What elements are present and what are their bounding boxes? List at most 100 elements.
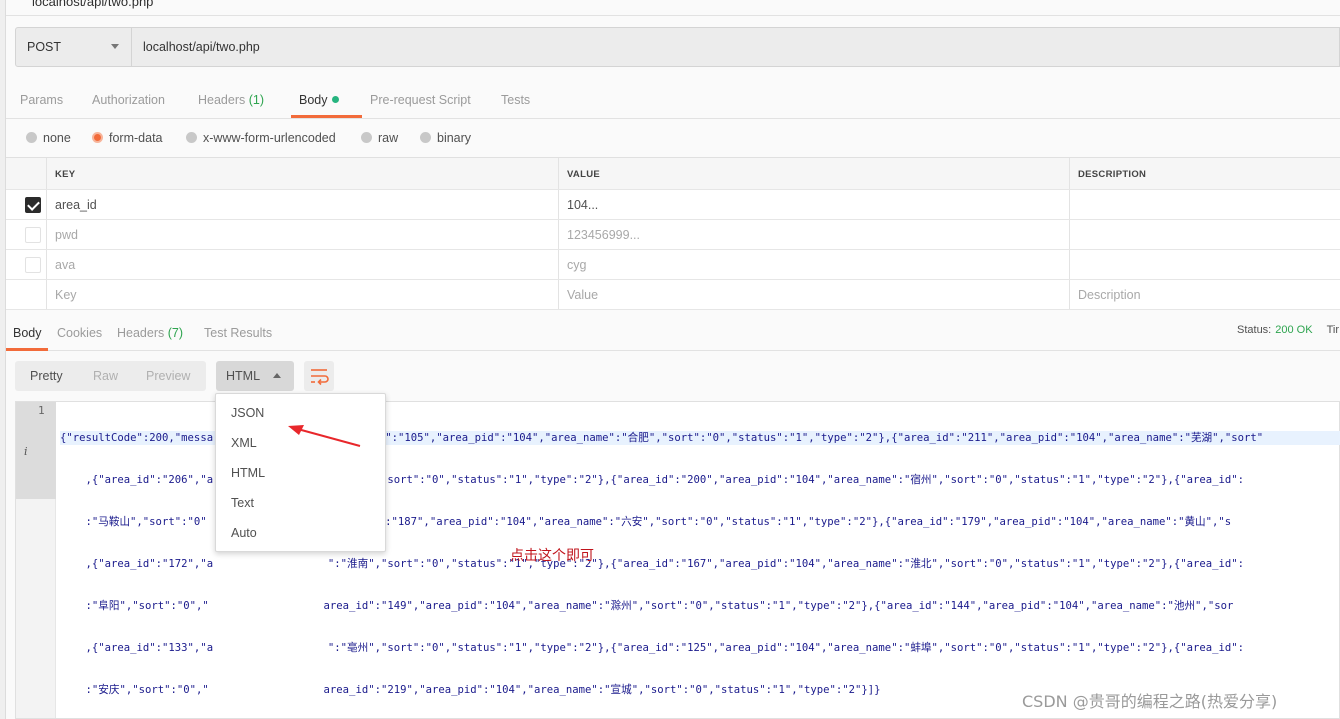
code-line: ,{"area_id":"172","a ":"淮南","sort":"0","… [60, 558, 1245, 570]
row-checkbox[interactable] [25, 197, 41, 213]
key-cell[interactable]: ava [46, 250, 558, 279]
description-input[interactable]: Description [1069, 280, 1340, 309]
tab-authorization[interactable]: Authorization [92, 93, 165, 107]
tab-pre-request-label: Pre-request Script [370, 93, 471, 107]
status-code: 200 OK [1275, 324, 1313, 336]
line-number: 1 [38, 404, 45, 417]
header-cell-key: KEY [46, 158, 558, 189]
tab-cookies[interactable]: Cookies [57, 326, 102, 340]
chevron-down-icon [111, 44, 119, 49]
tab-tests[interactable]: Tests [501, 93, 530, 107]
header-description: DESCRIPTION [1078, 169, 1147, 180]
annotation-text: 点击这个即可 [510, 548, 594, 564]
format-option-json[interactable]: JSON [231, 406, 264, 420]
description-cell[interactable] [1069, 220, 1340, 249]
header-key: KEY [55, 169, 76, 180]
tab-tests-label: Tests [501, 93, 531, 107]
response-editor[interactable]: 1 i {"resultCode":200,"messa {"area_id":… [15, 401, 1340, 719]
description-cell[interactable] [1069, 250, 1340, 279]
tab-pre-request-script[interactable]: Pre-request Script [370, 93, 471, 107]
request-tab-title[interactable]: localhost/api/two.php [6, 0, 1340, 16]
tab-response-headers[interactable]: Headers (7) [117, 326, 183, 340]
table-header-row: KEY VALUE DESCRIPTION [6, 158, 1340, 190]
row-checkbox[interactable] [25, 227, 41, 243]
tab-response-body[interactable]: Body [13, 326, 42, 340]
key-cell[interactable]: pwd [46, 220, 558, 249]
tab-response-headers-count: (7) [167, 326, 184, 340]
value-cell[interactable]: 104... [558, 190, 1069, 219]
format-option-xml[interactable]: XML [231, 436, 257, 450]
response-status: Status: 200 OK Tir [1237, 324, 1339, 336]
radio-circle-icon [361, 132, 372, 143]
header-value: VALUE [567, 169, 600, 180]
radio-circle-icon [186, 132, 197, 143]
wrap-lines-button[interactable] [304, 361, 334, 391]
key-text: ava [55, 258, 76, 272]
format-option-auto[interactable]: Auto [231, 526, 257, 540]
header-cell-value: VALUE [558, 158, 1069, 189]
format-option-html[interactable]: HTML [231, 466, 265, 480]
radio-urlencoded-label: x-www-form-urlencoded [203, 131, 336, 145]
view-mode-group: Pretty Raw Preview [15, 361, 206, 391]
value-text: 104... [567, 198, 599, 212]
response-tabs: Body Cookies Headers (7) Test Results St… [6, 318, 1340, 351]
tab-authorization-label: Authorization [92, 93, 165, 107]
chevron-up-icon [273, 373, 281, 378]
info-icon: i [24, 445, 28, 458]
tab-test-results-label: Test Results [204, 326, 273, 340]
tab-params-label: Params [20, 93, 64, 107]
tab-headers-label: Headers [198, 93, 246, 107]
tab-body-label: Body [299, 93, 328, 107]
url-input[interactable]: localhost/api/two.php [143, 40, 260, 54]
tab-test-results[interactable]: Test Results [204, 326, 272, 340]
key-cell[interactable]: area_id [46, 190, 558, 219]
body-type-selector: none form-data x-www-form-urlencoded raw… [6, 127, 1340, 151]
row-checkbox[interactable] [25, 257, 41, 273]
code-line: :"阜阳","sort":"0"," area_id":"149","area_… [60, 600, 1234, 612]
tab-body[interactable]: Body [299, 93, 339, 107]
table-row-new: Key Value Description [6, 280, 1340, 310]
tab-headers[interactable]: Headers (1) [198, 93, 264, 107]
gutter-active-line [16, 402, 56, 499]
description-cell[interactable] [1069, 190, 1340, 219]
radio-form-data[interactable]: form-data [92, 131, 163, 147]
radio-raw[interactable]: raw [361, 131, 398, 147]
tab-response-body-label: Body [13, 326, 42, 340]
radio-circle-icon [420, 132, 431, 143]
value-input[interactable]: Value [558, 280, 1069, 309]
annotation-arrow-icon [288, 425, 361, 447]
radio-none-label: none [43, 131, 71, 145]
radio-checked-icon [92, 132, 103, 143]
radio-binary[interactable]: binary [420, 131, 471, 147]
radio-binary-label: binary [437, 131, 472, 145]
format-select-label: HTML [226, 369, 261, 383]
status-label: Status: [1237, 324, 1272, 336]
request-tabs: Params Authorization Headers (1) Body Pr… [6, 86, 1340, 119]
tab-params[interactable]: Params [20, 93, 63, 107]
format-option-text[interactable]: Text [231, 496, 254, 510]
description-placeholder: Description [1078, 288, 1141, 302]
watermark: CSDN @贵哥的编程之路(热爱分享) [1022, 692, 1278, 711]
key-placeholder: Key [55, 288, 77, 302]
tab-response-headers-label: Headers [117, 326, 165, 340]
pretty-button[interactable]: Pretty [30, 369, 63, 383]
radio-none[interactable]: none [26, 131, 71, 147]
key-text: pwd [55, 228, 78, 242]
key-input[interactable]: Key [46, 280, 558, 309]
method-select[interactable]: POST [16, 28, 132, 66]
table-row: area_id 104... [6, 190, 1340, 220]
format-select[interactable]: HTML [216, 361, 294, 391]
active-tab-underline [6, 348, 48, 351]
preview-button[interactable]: Preview [146, 369, 190, 383]
value-text: 123456999... [567, 228, 640, 242]
wrap-lines-icon [311, 369, 329, 386]
value-placeholder: Value [567, 288, 599, 302]
raw-button[interactable]: Raw [93, 369, 118, 383]
request-tab-title-text: localhost/api/two.php [32, 0, 154, 9]
body-active-dot-icon [331, 96, 339, 103]
radio-form-data-label: form-data [109, 131, 163, 145]
value-cell[interactable]: 123456999... [558, 220, 1069, 249]
radio-raw-label: raw [378, 131, 399, 145]
value-cell[interactable]: cyg [558, 250, 1069, 279]
radio-urlencoded[interactable]: x-www-form-urlencoded [186, 131, 336, 147]
